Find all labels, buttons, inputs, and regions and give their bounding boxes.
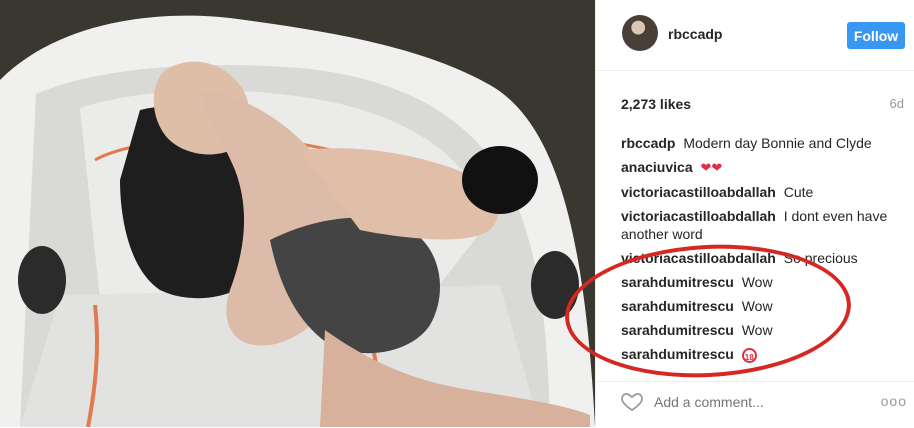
comment-item: rbccadp Modern day Bonnie and Clyde (621, 134, 903, 152)
comment-username[interactable]: victoriacastilloabdallah (621, 184, 776, 200)
comment-item: victoriacastilloabdallah I dont even hav… (621, 207, 903, 243)
follow-button[interactable]: Follow (847, 22, 905, 49)
comment-item: sarahdumitrescu Wow (621, 297, 903, 315)
comments-list: rbccadp Modern day Bonnie and Clyde anac… (621, 134, 903, 369)
comment-item: sarahdumitrescu 18 (621, 345, 903, 363)
post-sidebar: rbccadp Follow 2,273 likes 6d rbccadp Mo… (595, 0, 914, 427)
comment-username[interactable]: sarahdumitrescu (621, 346, 734, 362)
comment-input[interactable] (654, 394, 874, 410)
comment-item: victoriacastilloabdallah So precious (621, 249, 903, 267)
comment-item: anaciuvica ❤❤ (621, 158, 903, 177)
comment-username[interactable]: victoriacastilloabdallah (621, 250, 776, 266)
comment-username[interactable]: rbccadp (621, 135, 675, 151)
comment-text: So precious (783, 250, 858, 266)
post-header: rbccadp Follow (596, 0, 914, 71)
author-username[interactable]: rbccadp (668, 26, 722, 42)
comment-footer: ooo (596, 381, 914, 428)
comment-text: Wow (741, 298, 773, 314)
comment-username[interactable]: sarahdumitrescu (621, 298, 734, 314)
comment-username[interactable]: sarahdumitrescu (621, 322, 734, 338)
likes-count[interactable]: 2,273 likes (621, 96, 691, 112)
comment-username[interactable]: sarahdumitrescu (621, 274, 734, 290)
comment-item: sarahdumitrescu Wow (621, 273, 903, 291)
hearts-emoji: ❤❤ (700, 160, 723, 175)
boat-photo-illustration (0, 0, 595, 427)
avatar[interactable] (622, 15, 658, 51)
comment-text: Wow (741, 274, 773, 290)
comment-item: sarahdumitrescu Wow (621, 321, 903, 339)
post-photo (0, 0, 595, 427)
comment-item: victoriacastilloabdallah Cute (621, 183, 903, 201)
post-age[interactable]: 6d (890, 96, 904, 111)
more-options-icon[interactable]: ooo (881, 393, 907, 409)
comment-text: Cute (783, 184, 814, 200)
comment-text: Wow (741, 322, 773, 338)
comment-username[interactable]: anaciuvica (621, 159, 693, 175)
heart-icon[interactable] (620, 389, 644, 413)
comment-username[interactable]: victoriacastilloabdallah (621, 208, 776, 224)
age-18-icon: 18 (741, 347, 757, 363)
comment-text: Modern day Bonnie and Clyde (683, 135, 872, 151)
